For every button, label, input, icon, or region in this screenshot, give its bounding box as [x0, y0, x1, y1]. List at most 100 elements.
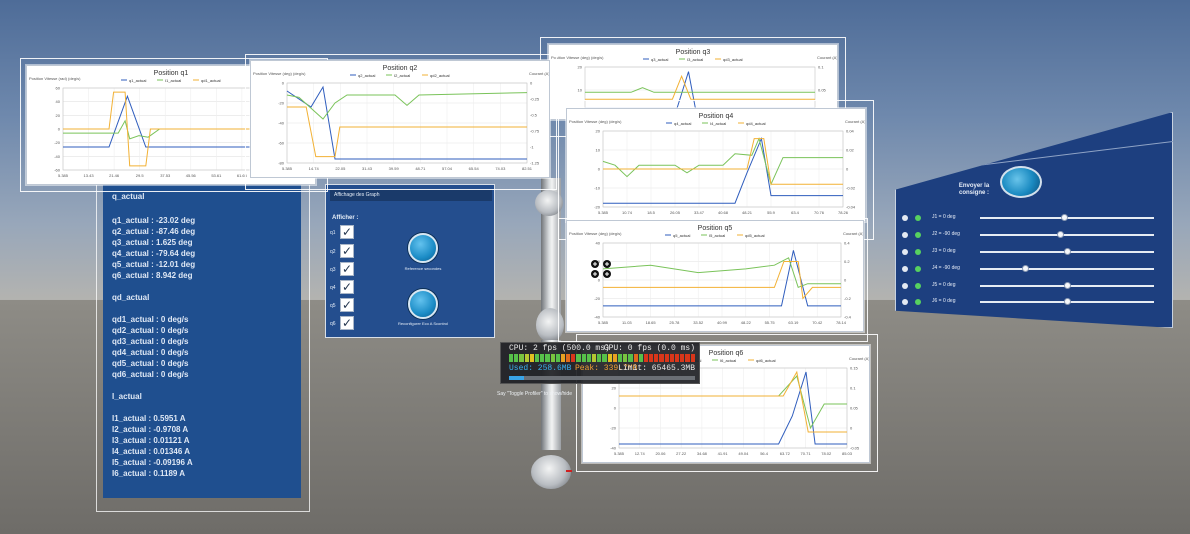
reconfigure-button[interactable]	[408, 289, 438, 319]
x-tick-label: 55.9	[767, 210, 776, 215]
toggle-q5-row[interactable]: q5 ✓	[330, 298, 354, 314]
reference-button-caption: Reference secondes	[404, 266, 442, 271]
y-tick-label: -80	[278, 161, 285, 166]
x-tick-label: 78.02	[821, 451, 832, 456]
y2-tick-label: -0.5	[530, 113, 538, 118]
radio-dot-icon[interactable]	[902, 283, 908, 289]
x-tick-label: 53.61	[211, 173, 222, 178]
frame-bar	[566, 354, 571, 362]
check-icon[interactable]: ✓	[340, 225, 354, 239]
joint-label: J4 = -90 deg	[932, 265, 960, 271]
check-icon[interactable]: ✓	[340, 298, 354, 312]
y-tick-label: 0	[598, 167, 601, 172]
check-icon[interactable]: ✓	[340, 244, 354, 258]
q-value: q4_actual : -79.64 deg	[112, 249, 196, 258]
joint-slider-row[interactable]: J2 = -90 deg	[902, 230, 1164, 240]
chart-position-q4[interactable]: Position q4 q4_actual I4_actual qd4_actual P…	[566, 108, 866, 222]
frame-bar	[638, 354, 643, 362]
y-tick-label: 0	[282, 81, 285, 86]
status-dot-icon	[915, 299, 921, 305]
x-tick-label: 39.59	[389, 166, 400, 171]
radio-dot-icon[interactable]	[902, 249, 908, 255]
x-tick-label: 45.56	[186, 173, 197, 178]
x-tick-label: 74.03	[495, 166, 506, 171]
radio-dot-icon[interactable]	[902, 232, 908, 238]
y-tick-label: 40	[56, 99, 61, 104]
joint-slider-row[interactable]: J5 = 0 deg	[902, 281, 1164, 291]
frame-bar	[669, 354, 674, 362]
joint-slider-row[interactable]: J3 = 0 deg	[902, 247, 1164, 257]
legend-label: q4_actual	[674, 121, 691, 126]
slider-knob[interactable]	[1064, 282, 1071, 289]
toggle-label: q1	[330, 230, 336, 236]
y2-tick-label: 0.05	[850, 406, 859, 411]
slider-knob[interactable]	[1064, 298, 1071, 305]
toggle-q1-row[interactable]: q1 ✓	[330, 225, 354, 241]
y2-tick-label: 0.04	[846, 129, 855, 134]
slider-knob[interactable]	[1060, 214, 1068, 221]
y-axis-label: Position Vitesse (deg) (deg/s)	[569, 119, 622, 124]
radio-dot-icon[interactable]	[902, 215, 908, 221]
y-tick-label: -60	[278, 141, 285, 146]
y-tick-label: -40	[594, 315, 601, 320]
slider-track[interactable]	[980, 268, 1154, 270]
check-icon[interactable]: ✓	[340, 262, 354, 276]
status-dot-icon	[915, 232, 921, 238]
y2-axis-label: Courant (A)	[849, 356, 869, 361]
y-tick-label: 0	[614, 406, 617, 411]
move-gizmo-icon[interactable]	[589, 258, 613, 280]
afficher-label: Afficher :	[332, 215, 359, 221]
legend-label: qd1_actual	[201, 78, 221, 83]
chart-svg: Position q4 q4_actual I4_actual qd4_actual P…	[569, 113, 865, 215]
chart-position-q2[interactable]: Position q2 q2_actual I2_actual qd2_actual P…	[250, 60, 550, 178]
slider-knob[interactable]	[1064, 248, 1071, 255]
toggle-label: q4	[330, 285, 336, 291]
y2-tick-label: 0.1	[850, 386, 856, 391]
status-dot-icon	[915, 215, 921, 221]
frame-bar	[576, 354, 581, 362]
frame-bar	[623, 354, 628, 362]
reference-button[interactable]	[408, 233, 438, 263]
slider-track[interactable]	[980, 234, 1154, 236]
check-icon[interactable]: ✓	[340, 280, 354, 294]
qd-value: qd2_actual : 0 deg/s	[112, 326, 189, 335]
toggle-q6-row[interactable]: q6 ✓	[330, 316, 354, 332]
radio-dot-icon[interactable]	[902, 299, 908, 305]
frame-bar	[545, 354, 550, 362]
x-tick-label: 20.06	[655, 451, 666, 456]
x-tick-label: 34.68	[697, 451, 708, 456]
y2-tick-label: -0.04	[846, 205, 856, 210]
joint-slider-row[interactable]: J6 = 0 deg	[902, 297, 1164, 307]
slider-knob[interactable]	[1057, 231, 1065, 238]
qd-value: qd1_actual : 0 deg/s	[112, 315, 189, 324]
radio-dot-icon[interactable]	[902, 266, 908, 272]
parameters-title: Paramètres du robot	[902, 155, 948, 161]
frame-bar	[659, 354, 664, 362]
profiler-hint: Say "Toggle Profiler" to show/hide	[497, 391, 572, 397]
q-heading: q_actual	[112, 192, 145, 201]
frame-bar	[509, 354, 514, 362]
check-icon[interactable]: ✓	[340, 316, 354, 330]
x-tick-label: 33.52	[693, 320, 704, 325]
send-button[interactable]	[1000, 166, 1042, 198]
toggle-q4-row[interactable]: q4 ✓	[330, 280, 354, 296]
toggle-q2-row[interactable]: q2 ✓	[330, 244, 354, 260]
series-line-I2_actual	[286, 92, 528, 120]
x-tick-label: 5.385	[614, 451, 625, 456]
y2-axis-label: Courant (A)	[845, 119, 865, 124]
y2-tick-label: 0	[844, 278, 847, 283]
graph-panel-header: Affichage des Graph	[330, 189, 492, 201]
y-axis-label: Position Vitesse (deg) (deg/s)	[551, 55, 604, 60]
slider-knob[interactable]	[1022, 265, 1030, 272]
joint-slider-row[interactable]: J1 = 0 deg	[902, 213, 1164, 223]
toggle-q3-row[interactable]: q3 ✓	[330, 262, 354, 278]
frame-bar	[592, 354, 597, 362]
frame-bar	[628, 354, 633, 362]
frame-bar	[633, 354, 638, 362]
y2-axis-label: Courant (A)	[843, 231, 863, 236]
joint-slider-row[interactable]: J4 = -90 deg	[902, 264, 1164, 274]
x-tick-label: 63.72	[780, 451, 791, 456]
x-tick-label: 70.76	[814, 210, 825, 215]
x-tick-label: 31.43	[362, 166, 373, 171]
chart-title: Position q1	[154, 70, 189, 77]
